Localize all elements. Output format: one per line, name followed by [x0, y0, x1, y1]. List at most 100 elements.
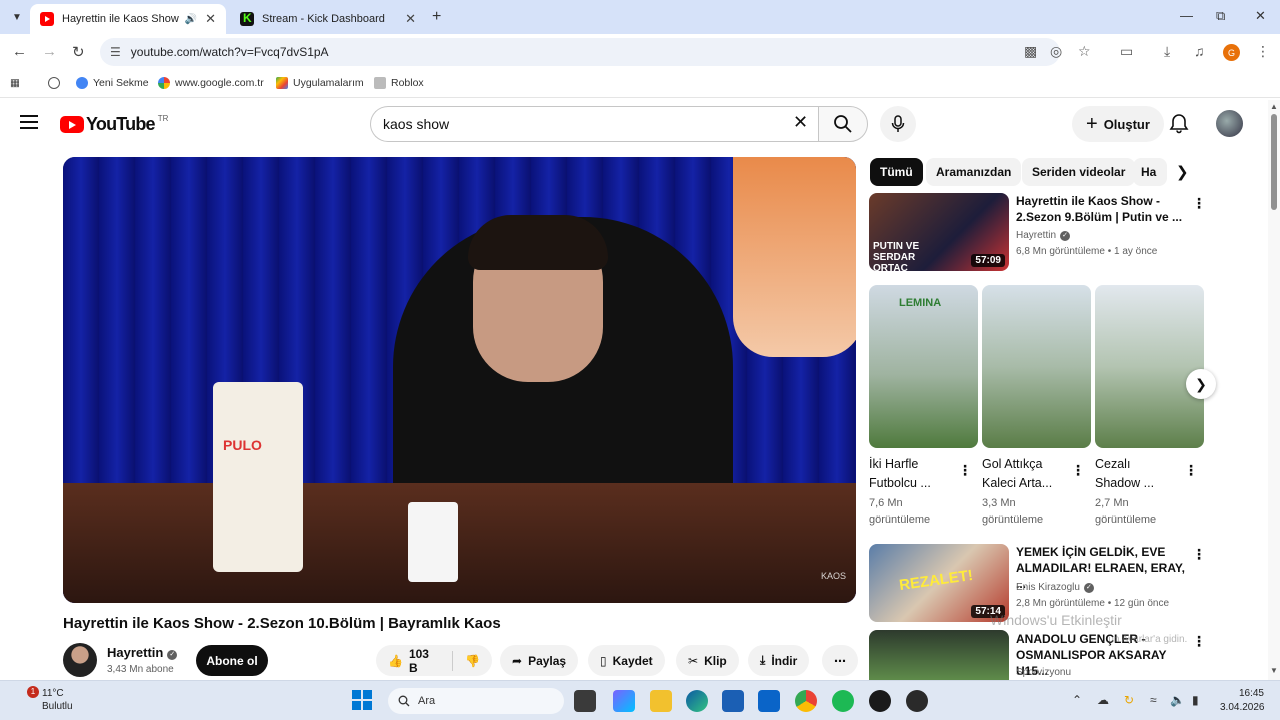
- short-thumbnail[interactable]: [982, 285, 1091, 448]
- tab-search-icon[interactable]: ▼: [8, 8, 26, 26]
- address-bar[interactable]: ☰ youtube.com/watch?v=Fvcq7dvS1pA: [100, 38, 1060, 66]
- store-icon[interactable]: [722, 690, 744, 712]
- start-windows-icon[interactable]: [352, 690, 372, 710]
- chip-from-search[interactable]: Aramanızdan: [926, 158, 1022, 186]
- minimize-icon[interactable]: —: [1180, 8, 1193, 23]
- channel-avatar[interactable]: [63, 643, 97, 677]
- shorts-next-chevron-icon[interactable]: ❯: [1186, 369, 1216, 399]
- short-title[interactable]: Cezalı Shadow ...: [1095, 455, 1154, 493]
- more-vertical-icon[interactable]: ⋮: [1192, 633, 1206, 650]
- install-icon[interactable]: ▩: [1024, 43, 1037, 60]
- chip-series[interactable]: Seriden videolar: [1022, 158, 1136, 186]
- edge-icon[interactable]: [686, 690, 708, 712]
- youtube-logo[interactable]: YouTube TR: [60, 114, 168, 135]
- like-icon[interactable]: 👍: [388, 654, 403, 668]
- play-store-icon: [276, 77, 288, 89]
- eye-off-icon[interactable]: ◎: [1050, 43, 1062, 60]
- video-thumbnail[interactable]: REZALET! 57:14: [869, 544, 1009, 622]
- system-clock[interactable]: 16:45 3.04.2026: [1220, 687, 1265, 715]
- wifi-icon[interactable]: ≈: [1150, 693, 1157, 707]
- forward-icon[interactable]: →: [42, 43, 57, 60]
- tab-youtube[interactable]: Hayrettin ile Kaos Show - 2 🔊 ✕: [30, 4, 226, 34]
- dislike-icon[interactable]: 👎: [465, 654, 480, 668]
- short-thumbnail[interactable]: LEMINA: [869, 285, 978, 448]
- file-explorer-icon[interactable]: [650, 690, 672, 712]
- recommendation-title[interactable]: Hayrettin ile Kaos Show -2.Sezon 9.Bölüm…: [1016, 193, 1186, 225]
- back-icon[interactable]: ←: [12, 43, 27, 60]
- profile-avatar[interactable]: G: [1223, 44, 1240, 61]
- video-thumbnail[interactable]: [869, 630, 1009, 680]
- search-input[interactable]: [383, 116, 783, 132]
- more-vertical-icon[interactable]: ⋮: [1192, 195, 1206, 212]
- chevron-right-icon[interactable]: ❯: [1176, 163, 1189, 181]
- spotify-icon[interactable]: [832, 690, 854, 712]
- chrome-icon[interactable]: [795, 690, 817, 712]
- weather-widget[interactable]: 1 11°C Bulutlu: [24, 686, 73, 713]
- extensions-icon[interactable]: ▭: [1120, 43, 1133, 60]
- like-count[interactable]: 103 B: [409, 647, 440, 675]
- video-player[interactable]: PULO KAOS: [63, 157, 856, 603]
- clear-search-icon[interactable]: ✕: [793, 112, 808, 133]
- copilot-icon[interactable]: [613, 690, 635, 712]
- bookmark-star-icon[interactable]: ☆: [1078, 43, 1091, 60]
- tray-expand-icon[interactable]: ⌃: [1072, 693, 1082, 707]
- recommendation-channel[interactable]: Hayrettin ✓: [1016, 228, 1071, 243]
- share-button[interactable]: ➦ Paylaş: [500, 645, 579, 676]
- outlook-icon[interactable]: [758, 690, 780, 712]
- more-vertical-icon[interactable]: ⋮: [958, 462, 972, 479]
- short-title[interactable]: Gol Attıkça Kaleci Arta...: [982, 455, 1052, 493]
- site-info-icon[interactable]: ☰: [110, 45, 121, 59]
- create-button[interactable]: + Oluştur: [1072, 106, 1164, 142]
- media-control-icon[interactable]: ♫: [1194, 43, 1205, 59]
- taskbar-search[interactable]: Ara: [388, 688, 564, 714]
- subscribe-button[interactable]: Abone ol: [196, 645, 268, 676]
- scroll-down-icon[interactable]: ▼: [1270, 666, 1278, 675]
- more-vertical-icon[interactable]: ⋮: [1184, 462, 1198, 479]
- more-vertical-icon[interactable]: ⋮: [1071, 462, 1085, 479]
- menu-kebab-icon[interactable]: ⋮: [1256, 43, 1270, 60]
- cloud-icon[interactable]: ☁: [1097, 693, 1109, 707]
- bookmark-yeni-sekme[interactable]: Yeni Sekme: [76, 77, 149, 89]
- recommendation-channel[interactable]: Enis Kirazoglu ✓: [1016, 580, 1094, 595]
- more-actions-button[interactable]: ⋯: [822, 645, 858, 676]
- speaker-icon[interactable]: 🔊: [185, 14, 197, 25]
- scrollbar-thumb[interactable]: [1271, 114, 1277, 210]
- search-button[interactable]: [818, 106, 868, 142]
- save-button[interactable]: ▯ Kaydet: [588, 645, 665, 676]
- clip-button[interactable]: ✂ Klip: [676, 645, 739, 676]
- download-button[interactable]: ⤓ İndir: [748, 645, 810, 676]
- bookmark-roblox[interactable]: Roblox: [374, 77, 424, 89]
- channel-name[interactable]: Hayrettin ✓: [107, 645, 178, 660]
- voice-search-button[interactable]: [880, 106, 916, 142]
- bookmark-globe[interactable]: [48, 77, 60, 89]
- chip-partial[interactable]: Ha: [1133, 158, 1167, 186]
- close-tab-icon[interactable]: ✕: [405, 11, 416, 27]
- recommendation-channel[interactable]: Sporvizyonu: [1016, 665, 1071, 680]
- apps-grid-icon[interactable]: ▦: [10, 77, 20, 89]
- notifications-bell-icon[interactable]: [1168, 112, 1190, 137]
- bookmark-google[interactable]: www.google.com.tr: [158, 77, 264, 89]
- new-tab-icon[interactable]: +: [432, 8, 441, 26]
- sync-icon[interactable]: ↻: [1124, 693, 1134, 707]
- short-thumbnail[interactable]: [1095, 285, 1204, 448]
- volume-icon[interactable]: 🔈: [1170, 693, 1185, 707]
- bookmark-uygulamalarim[interactable]: Uygulamalarım: [276, 77, 364, 89]
- video-thumbnail[interactable]: PUTIN VE SERDAR ORTAÇ 57:09: [869, 193, 1009, 271]
- reload-icon[interactable]: ↻: [72, 43, 85, 61]
- close-window-icon[interactable]: ✕: [1255, 8, 1266, 24]
- close-tab-icon[interactable]: ✕: [205, 11, 216, 27]
- downloads-icon[interactable]: ⤓: [1164, 43, 1170, 60]
- scroll-up-icon[interactable]: ▲: [1270, 102, 1278, 111]
- chip-all[interactable]: Tümü: [870, 158, 923, 186]
- menu-icon[interactable]: [20, 115, 38, 129]
- tab-kick[interactable]: Stream - Kick Dashboard ✕: [230, 4, 426, 34]
- app-icon[interactable]: [869, 690, 891, 712]
- restore-icon[interactable]: ⧉: [1216, 8, 1225, 24]
- short-title[interactable]: İki Harfle Futbolcu ...: [869, 455, 931, 493]
- task-view-icon[interactable]: [574, 690, 596, 712]
- page-scrollbar[interactable]: ▲ ▼: [1268, 100, 1280, 680]
- battery-icon[interactable]: ▮: [1192, 693, 1199, 707]
- more-vertical-icon[interactable]: ⋮: [1192, 546, 1206, 563]
- github-icon[interactable]: [906, 690, 928, 712]
- account-avatar[interactable]: [1216, 110, 1243, 137]
